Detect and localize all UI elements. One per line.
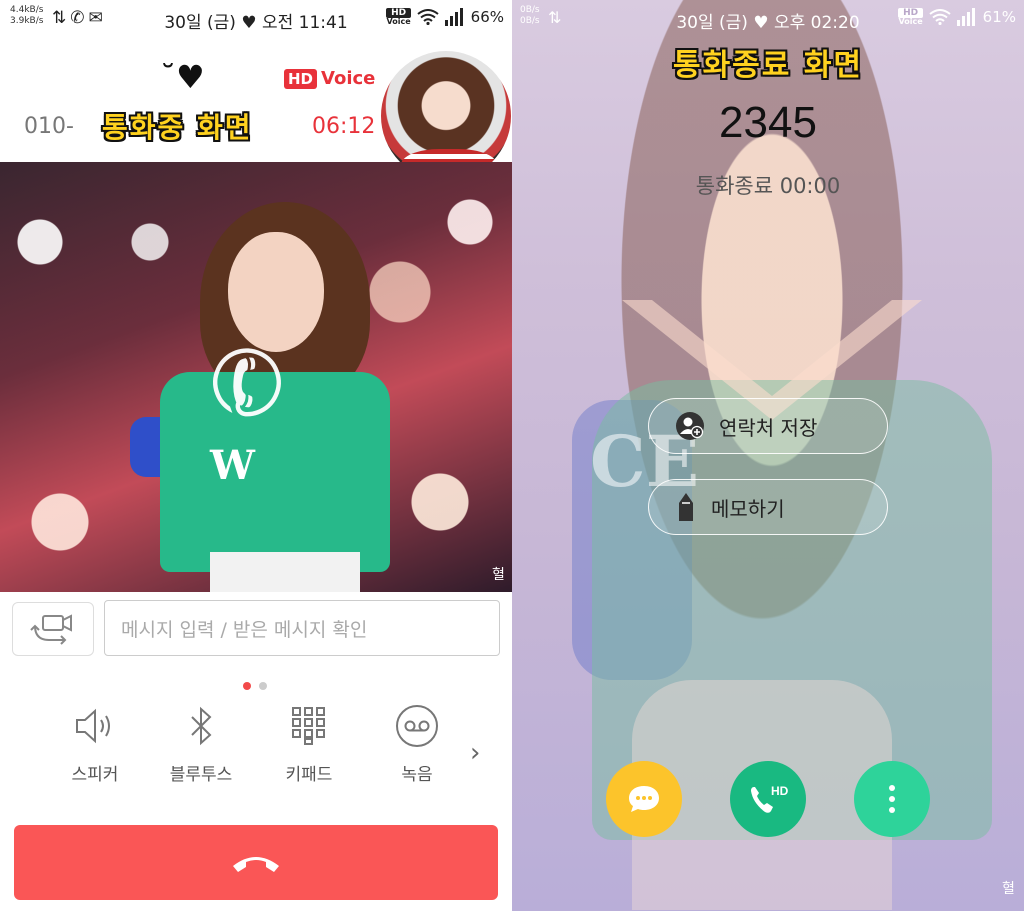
message-input[interactable]: 메시지 입력 / 받은 메시지 확인 — [104, 600, 500, 656]
caption-in-call: 통화중 화면 — [102, 111, 253, 144]
svg-text:HD: HD — [771, 784, 789, 798]
video-switch-icon — [30, 614, 72, 645]
bluetooth-button[interactable]: 블루투스 — [156, 698, 246, 785]
hang-up-icon — [233, 856, 279, 872]
wifi-icon — [929, 9, 951, 25]
message-row: 메시지 입력 / 받은 메시지 확인 — [0, 592, 512, 666]
battery-level: 66% — [470, 8, 504, 26]
photo-signature: 혈 — [1002, 881, 1015, 897]
hd-voice-label: HD Voice — [284, 68, 375, 89]
pencil-icon — [679, 493, 693, 521]
save-contact-label: 연락처 저장 — [719, 415, 818, 440]
status-bar: 4.4kB/s 3.9kB/s ⇅✆✉ 30일 (금) ♥ 오전 11:41 H… — [0, 0, 512, 36]
memo-button[interactable]: 메모하기 — [648, 479, 888, 535]
add-contact-icon — [676, 412, 704, 440]
record-icon — [396, 705, 438, 747]
call-ended-status: 통화종료 00:00 — [695, 174, 841, 198]
send-message-button[interactable] — [606, 761, 682, 837]
caller-photo: W ✆ 혈 — [0, 162, 512, 592]
ended-call-number: 2345 — [719, 98, 817, 147]
hd-phone-icon: HD — [751, 784, 789, 813]
end-call-button[interactable] — [14, 825, 498, 900]
page-indicator — [243, 682, 267, 690]
hd-voice-indicator: HD Voice — [386, 8, 411, 26]
status-icons-right: HD Voice 66% — [386, 8, 504, 26]
speaker-button[interactable]: 스피커 — [50, 698, 140, 785]
chat-bubble-icon — [629, 786, 659, 812]
more-vertical-icon — [889, 785, 895, 813]
call-controls: 스피커 블루투스 키패드 녹음 — [0, 698, 512, 798]
status-icons-right: HD Voice 61% — [898, 8, 1016, 26]
caller-number: 010- — [24, 114, 74, 139]
signal-icon — [956, 8, 975, 26]
call-timer: 06:12 — [312, 114, 376, 139]
photo-signature: 혈 — [492, 567, 505, 583]
bluetooth-icon — [191, 706, 212, 746]
caption-call-ended: 통화종료 화면 — [672, 48, 864, 83]
speaker-icon — [76, 708, 110, 744]
more-options-button[interactable] — [854, 761, 930, 837]
video-call-switch-button[interactable] — [12, 602, 94, 656]
record-button[interactable]: 녹음 — [372, 698, 462, 785]
save-contact-button[interactable]: 연락처 저장 — [648, 398, 888, 454]
heart-decoration: ˘♥ — [160, 58, 205, 96]
keypad-icon — [292, 707, 325, 745]
page-dot — [259, 682, 267, 690]
hd-call-button[interactable]: HD — [730, 761, 806, 837]
page-dot-active — [243, 682, 251, 690]
next-page-chevron-icon[interactable]: › — [470, 738, 480, 768]
wifi-icon — [417, 9, 439, 25]
status-bar: 0B/s 0B/s ⇅ 30일 (금) ♥ 오후 02:20 HD Voice 6… — [512, 0, 1024, 36]
battery-level: 61% — [982, 8, 1016, 26]
in-call-screen: 4.4kB/s 3.9kB/s ⇅✆✉ 30일 (금) ♥ 오전 11:41 H… — [0, 0, 512, 911]
call-ended-screen: CE 0B/s 0B/s ⇅ 30일 (금) ♥ 오후 02:20 HD Voic… — [512, 0, 1024, 911]
signal-icon — [444, 8, 463, 26]
keypad-button[interactable]: 키패드 — [264, 698, 354, 785]
memo-label: 메모하기 — [711, 496, 785, 521]
hd-voice-indicator: HD Voice — [898, 8, 923, 26]
